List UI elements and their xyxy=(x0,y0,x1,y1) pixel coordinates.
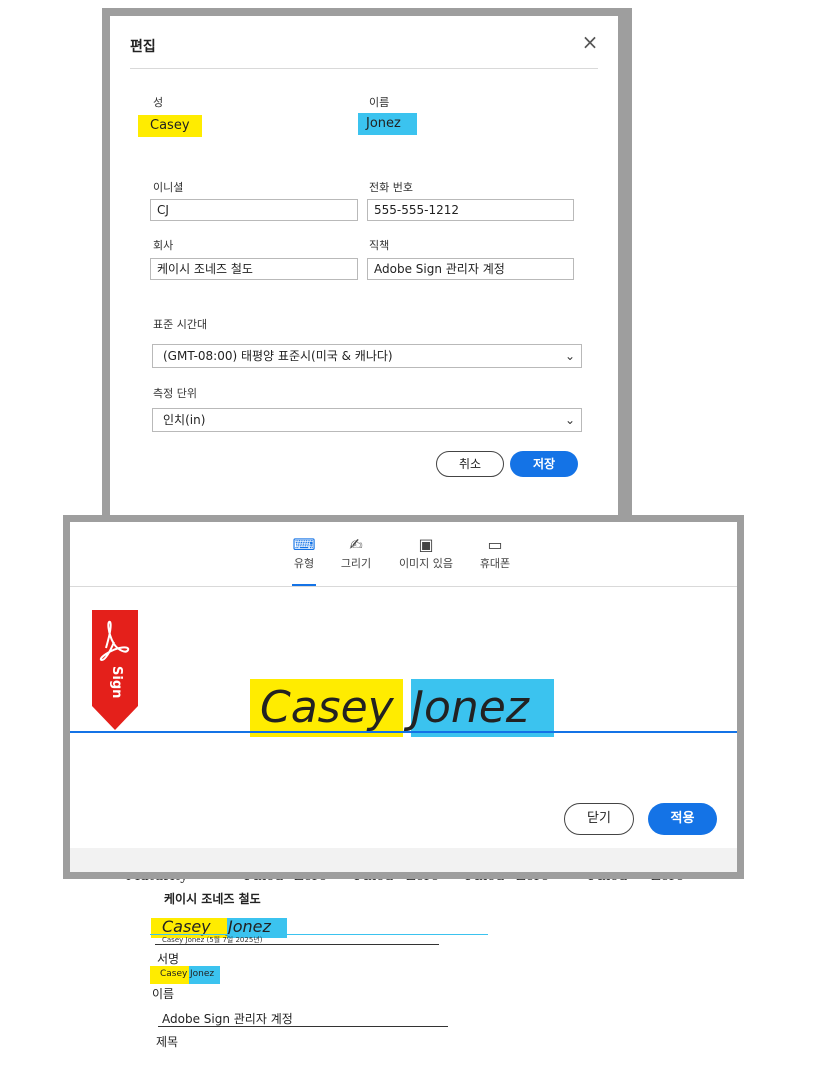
company-field[interactable]: 케이시 조네즈 철도 xyxy=(150,258,358,280)
divider xyxy=(130,68,598,69)
tab-mobile[interactable]: ▭ 휴대폰 xyxy=(472,535,518,571)
panel-footer xyxy=(70,848,737,872)
tab-image[interactable]: ▣ 이미지 있음 xyxy=(392,535,460,571)
doc-title-label: 제목 xyxy=(156,1035,179,1049)
last-name-value[interactable]: Casey xyxy=(138,115,202,137)
signature-first-name: Casey xyxy=(250,679,403,737)
image-icon: ▣ xyxy=(418,535,434,554)
doc-title-value: Adobe Sign 관리자 계정 xyxy=(162,1012,293,1026)
close-button[interactable]: 닫기 xyxy=(564,803,634,835)
signature-last-name: Jonez xyxy=(411,679,554,737)
tab-label: 유형 xyxy=(293,557,315,570)
timezone-select[interactable]: (GMT-08:00) 태평양 표준시(미국 & 캐나다) ⌄ xyxy=(152,344,582,368)
initials-label: 이니셜 xyxy=(153,181,184,194)
cancel-button[interactable]: 취소 xyxy=(436,451,504,477)
job-title-field[interactable]: Adobe Sign 관리자 계정 xyxy=(367,258,574,280)
divider xyxy=(70,586,737,587)
signature-panel xyxy=(70,522,737,872)
initials-field[interactable]: CJ xyxy=(150,199,358,221)
doc-company: 케이시 조네즈 철도 xyxy=(164,892,261,906)
unit-select[interactable]: 인치(in) ⌄ xyxy=(152,408,582,432)
first-name-label: 이름 xyxy=(369,96,390,109)
phone-label: 전화 번호 xyxy=(369,181,413,194)
tab-label: 그리기 xyxy=(340,557,372,570)
chevron-down-icon: ⌄ xyxy=(564,413,575,427)
bookmark-label: Sign xyxy=(109,666,124,699)
doc-signature-label: 서명 xyxy=(157,952,180,966)
pen-icon: ✍ xyxy=(349,535,363,554)
dialog-title: 편집 xyxy=(130,39,156,55)
mobile-icon: ▭ xyxy=(487,535,503,554)
apply-button[interactable]: 적용 xyxy=(648,803,717,835)
close-icon[interactable]: × xyxy=(580,32,600,52)
chevron-down-icon: ⌄ xyxy=(564,349,575,363)
doc-name-last: Jonez xyxy=(190,969,215,979)
last-name-label: 성 xyxy=(153,96,164,109)
timezone-value: (GMT-08:00) 태평양 표준시(미국 & 캐나다) xyxy=(163,349,393,363)
signature-baseline xyxy=(70,731,737,733)
timezone-label: 표준 시간대 xyxy=(153,318,208,331)
phone-field[interactable]: 555-555-1212 xyxy=(367,199,574,221)
doc-name-first: Casey xyxy=(160,969,188,979)
tab-draw[interactable]: ✍ 그리기 xyxy=(334,535,378,571)
doc-title-line xyxy=(158,1026,448,1027)
unit-label: 측정 단위 xyxy=(153,387,197,400)
doc-signature-line xyxy=(155,944,439,945)
first-name-value[interactable]: Jonez xyxy=(358,113,417,135)
company-label: 회사 xyxy=(153,239,174,252)
keyboard-icon: ⌨ xyxy=(292,535,316,554)
tab-label: 휴대폰 xyxy=(479,557,511,570)
tab-type[interactable]: ⌨ 유형 xyxy=(283,535,325,571)
save-button[interactable]: 저장 xyxy=(510,451,578,477)
doc-name-label: 이름 xyxy=(152,987,175,1001)
tab-label: 이미지 있음 xyxy=(398,557,454,570)
unit-value: 인치(in) xyxy=(163,413,206,427)
job-title-label: 직책 xyxy=(369,239,390,252)
